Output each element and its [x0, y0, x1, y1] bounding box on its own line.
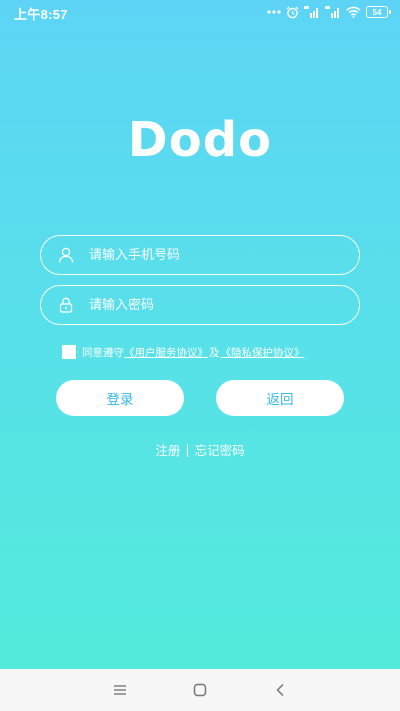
agreement-row: 同意遵守 《用户服务协议》 及 《隐私保护协议》 [62, 344, 305, 360]
login-screen: 上午8:57 54 Dodo 请输入手机号码 同意遵守 《用户服务协议》 及 《… [0, 0, 400, 711]
login-button[interactable]: 登录 [56, 380, 184, 416]
user-agreement-link[interactable]: 《用户服务协议》 [124, 345, 208, 360]
password-input[interactable] [87, 296, 359, 314]
lock-icon [57, 296, 75, 314]
status-time: 上午8:57 [14, 7, 68, 22]
signal-icon [304, 6, 320, 18]
agreement-prefix: 同意遵守 [82, 346, 124, 359]
alarm-icon [286, 6, 299, 19]
menu-icon[interactable] [108, 678, 132, 702]
links-separator: | [185, 442, 190, 457]
agreement-checkbox[interactable] [62, 345, 76, 359]
status-icons: 54 [267, 4, 391, 20]
system-nav-bar [0, 669, 400, 711]
battery-icon: 54 [366, 6, 391, 18]
home-icon[interactable] [188, 678, 212, 702]
agreement-conjunction: 及 [209, 346, 220, 359]
auth-links: 注册 | 忘记密码 [0, 440, 400, 459]
phone-field[interactable] [40, 235, 360, 275]
back-button[interactable]: 返回 [216, 380, 344, 416]
user-icon [57, 246, 75, 264]
privacy-agreement-link[interactable]: 《隐私保护协议》 [221, 345, 305, 360]
signal-icon-2 [325, 6, 341, 18]
status-bar: 上午8:57 54 [0, 0, 400, 24]
wifi-icon [346, 6, 361, 18]
phone-input[interactable] [87, 246, 359, 264]
register-link[interactable]: 注册 [155, 440, 180, 459]
forgot-password-link[interactable]: 忘记密码 [195, 440, 245, 459]
back-icon[interactable] [268, 678, 292, 702]
password-field[interactable] [40, 285, 360, 325]
more-dots-icon [267, 10, 281, 14]
app-logo: Dodo [127, 112, 273, 168]
